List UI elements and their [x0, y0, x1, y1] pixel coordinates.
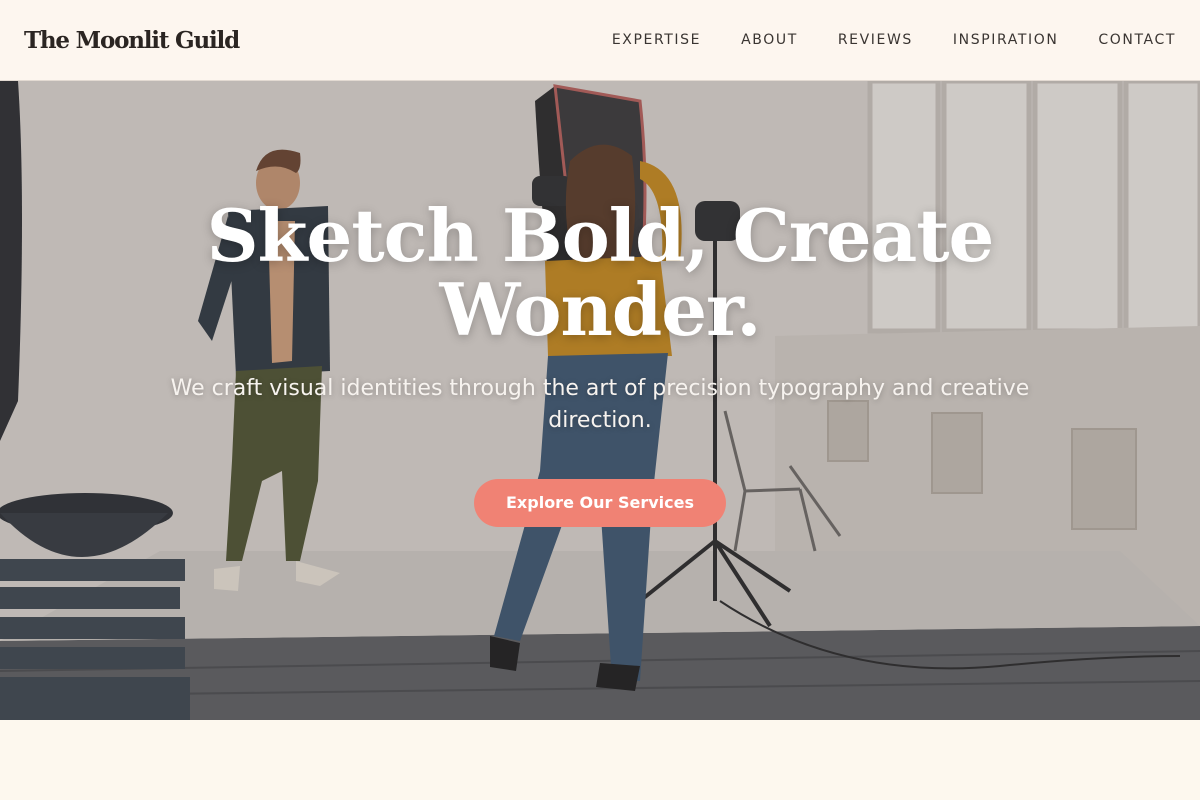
- explore-services-button[interactable]: Explore Our Services: [474, 479, 726, 527]
- nav-item-contact[interactable]: CONTACT: [1098, 32, 1176, 48]
- hero-title-line-2: Wonder.: [439, 267, 762, 352]
- nav-item-reviews[interactable]: REVIEWS: [838, 32, 913, 48]
- main-nav: EXPERTISE ABOUT REVIEWS INSPIRATION CONT…: [612, 32, 1176, 48]
- hero-subtitle: We craft visual identities through the a…: [170, 376, 1030, 433]
- nav-item-inspiration[interactable]: INSPIRATION: [953, 32, 1058, 48]
- nav-item-about[interactable]: ABOUT: [741, 32, 798, 48]
- next-section: [0, 720, 1200, 800]
- hero-content: Sketch Bold, Create Wonder. We craft vis…: [150, 199, 1050, 527]
- site-header: The Moonlit Guild EXPERTISE ABOUT REVIEW…: [0, 0, 1200, 81]
- hero-section: Sketch Bold, Create Wonder. We craft vis…: [0, 81, 1200, 720]
- nav-item-expertise[interactable]: EXPERTISE: [612, 32, 701, 48]
- hero-title-line-1: Sketch Bold, Create: [206, 193, 995, 278]
- hero-title: Sketch Bold, Create Wonder.: [150, 199, 1050, 347]
- site-logo[interactable]: The Moonlit Guild: [24, 27, 240, 54]
